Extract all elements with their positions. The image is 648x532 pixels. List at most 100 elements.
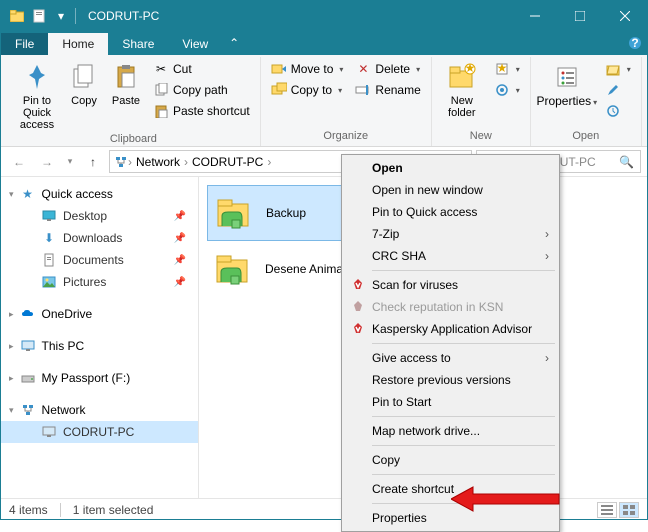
rename-button[interactable]: Rename bbox=[351, 80, 424, 100]
history-button[interactable] bbox=[601, 101, 635, 121]
thispc-icon bbox=[20, 338, 36, 354]
pin-icon bbox=[21, 61, 53, 93]
group-clipboard: Pin to Quick access Copy Paste ✂Cut Copy… bbox=[7, 57, 261, 146]
new-folder-icon: ★ bbox=[446, 61, 478, 93]
rename-icon bbox=[355, 82, 371, 98]
paste-icon bbox=[110, 61, 142, 93]
kaspersky-icon bbox=[350, 321, 366, 337]
cm-restore-previous[interactable]: Restore previous versions bbox=[344, 369, 557, 391]
qat-dropdown-icon[interactable]: ▾ bbox=[53, 8, 69, 24]
easy-access-icon bbox=[494, 82, 510, 98]
desktop-icon bbox=[41, 208, 57, 224]
history-icon bbox=[605, 103, 621, 119]
cm-open[interactable]: Open bbox=[344, 157, 557, 179]
move-to-button[interactable]: Move to▾ bbox=[267, 59, 348, 79]
cm-give-access-to[interactable]: Give access to› bbox=[344, 347, 557, 369]
new-item-icon: ★ bbox=[494, 61, 510, 77]
group-open: Properties▾ ▾ Open bbox=[531, 57, 642, 146]
share-folder-icon bbox=[213, 248, 255, 290]
recent-locations-button[interactable]: ▾ bbox=[63, 150, 77, 174]
nav-documents[interactable]: Documents📌 bbox=[1, 249, 198, 271]
network-icon bbox=[114, 155, 128, 169]
drive-icon bbox=[20, 370, 36, 386]
delete-icon: ✕ bbox=[355, 61, 371, 77]
cm-kaspersky-advisor[interactable]: Kaspersky Application Advisor bbox=[344, 318, 557, 340]
nav-network[interactable]: ▾Network bbox=[1, 399, 198, 421]
nav-pictures[interactable]: Pictures📌 bbox=[1, 271, 198, 293]
up-button[interactable]: ↑ bbox=[81, 150, 105, 174]
edit-icon bbox=[605, 82, 621, 98]
open-button[interactable]: ▾ bbox=[601, 59, 635, 79]
window-title: CODRUT-PC bbox=[88, 9, 159, 23]
pin-icon: 📌 bbox=[174, 233, 186, 244]
cm-pin-quick-access[interactable]: Pin to Quick access bbox=[344, 201, 557, 223]
svg-text:?: ? bbox=[631, 36, 638, 50]
nav-codrut-pc[interactable]: CODRUT-PC bbox=[1, 421, 198, 443]
back-button[interactable]: ← bbox=[7, 150, 31, 174]
paste-button[interactable]: Paste bbox=[107, 59, 145, 109]
pictures-icon bbox=[41, 274, 57, 290]
callout-arrow bbox=[451, 485, 561, 513]
easy-access-button[interactable]: ▾ bbox=[490, 80, 524, 100]
share-folder-icon bbox=[214, 192, 256, 234]
navigation-pane: ▾★Quick access Desktop📌 ⬇Downloads📌 Docu… bbox=[1, 177, 199, 498]
nav-my-passport[interactable]: ▸My Passport (F:) bbox=[1, 367, 198, 389]
pin-icon: 📌 bbox=[174, 277, 186, 288]
paste-shortcut-icon bbox=[153, 103, 169, 119]
new-folder-button[interactable]: ★ New folder bbox=[438, 59, 486, 121]
cm-scan-viruses[interactable]: Scan for viruses bbox=[344, 274, 557, 296]
cm-crc-sha[interactable]: CRC SHA› bbox=[344, 245, 557, 267]
submenu-arrow-icon: › bbox=[545, 351, 549, 365]
cm-pin-to-start[interactable]: Pin to Start bbox=[344, 391, 557, 413]
search-icon: 🔍 bbox=[619, 155, 634, 169]
forward-button[interactable]: → bbox=[35, 150, 59, 174]
cm-7zip[interactable]: 7-Zip› bbox=[344, 223, 557, 245]
copy-button[interactable]: Copy bbox=[65, 59, 103, 109]
help-button[interactable]: ? bbox=[623, 31, 647, 55]
cm-copy[interactable]: Copy bbox=[344, 449, 557, 471]
minimize-button[interactable] bbox=[512, 1, 557, 31]
view-icons-button[interactable] bbox=[619, 502, 639, 518]
tab-home[interactable]: Home bbox=[48, 33, 108, 55]
nav-this-pc[interactable]: ▸This PC bbox=[1, 335, 198, 357]
open-icon bbox=[605, 61, 621, 77]
move-to-icon bbox=[271, 61, 287, 77]
nav-desktop[interactable]: Desktop📌 bbox=[1, 205, 198, 227]
cut-button[interactable]: ✂Cut bbox=[149, 59, 254, 79]
close-button[interactable] bbox=[602, 1, 647, 31]
view-details-button[interactable] bbox=[597, 502, 617, 518]
nav-downloads[interactable]: ⬇Downloads📌 bbox=[1, 227, 198, 249]
network-icon bbox=[20, 402, 36, 418]
edit-button[interactable] bbox=[601, 80, 635, 100]
documents-icon bbox=[41, 252, 57, 268]
copy-icon bbox=[68, 61, 100, 93]
ribbon-collapse-button[interactable]: ⌃ bbox=[222, 31, 246, 55]
paste-shortcut-button[interactable]: Paste shortcut bbox=[149, 101, 254, 121]
nav-onedrive[interactable]: ▸OneDrive bbox=[1, 303, 198, 325]
cm-open-new-window[interactable]: Open in new window bbox=[344, 179, 557, 201]
svg-text:★: ★ bbox=[464, 63, 475, 75]
pin-to-quick-access-button[interactable]: Pin to Quick access bbox=[13, 59, 61, 133]
submenu-arrow-icon: › bbox=[545, 227, 549, 241]
properties-button[interactable]: Properties▾ bbox=[537, 59, 597, 111]
delete-button[interactable]: ✕Delete▾ bbox=[351, 59, 424, 79]
ribbon: Pin to Quick access Copy Paste ✂Cut Copy… bbox=[1, 55, 647, 147]
group-select: Select all Select none Invert selection … bbox=[642, 57, 648, 146]
pin-icon: 📌 bbox=[174, 255, 186, 266]
group-organize: Move to▾ Copy to▾ ✕Delete▾ Rename Organi… bbox=[261, 57, 432, 146]
svg-text:★: ★ bbox=[496, 62, 507, 75]
crumb-current[interactable]: CODRUT-PC bbox=[188, 155, 267, 169]
copy-to-button[interactable]: Copy to▾ bbox=[267, 80, 348, 100]
tab-share[interactable]: Share bbox=[108, 33, 168, 55]
computer-icon bbox=[41, 424, 57, 440]
new-item-button[interactable]: ★▾ bbox=[490, 59, 524, 79]
tab-file[interactable]: File bbox=[1, 33, 48, 55]
nav-quick-access[interactable]: ▾★Quick access bbox=[1, 183, 198, 205]
tab-view[interactable]: View bbox=[168, 33, 222, 55]
cut-icon: ✂ bbox=[153, 61, 169, 77]
qat-properties-icon[interactable] bbox=[31, 8, 47, 24]
cm-map-network-drive[interactable]: Map network drive... bbox=[344, 420, 557, 442]
copy-path-button[interactable]: Copy path bbox=[149, 80, 254, 100]
maximize-button[interactable] bbox=[557, 1, 602, 31]
crumb-network[interactable]: Network bbox=[132, 155, 184, 169]
